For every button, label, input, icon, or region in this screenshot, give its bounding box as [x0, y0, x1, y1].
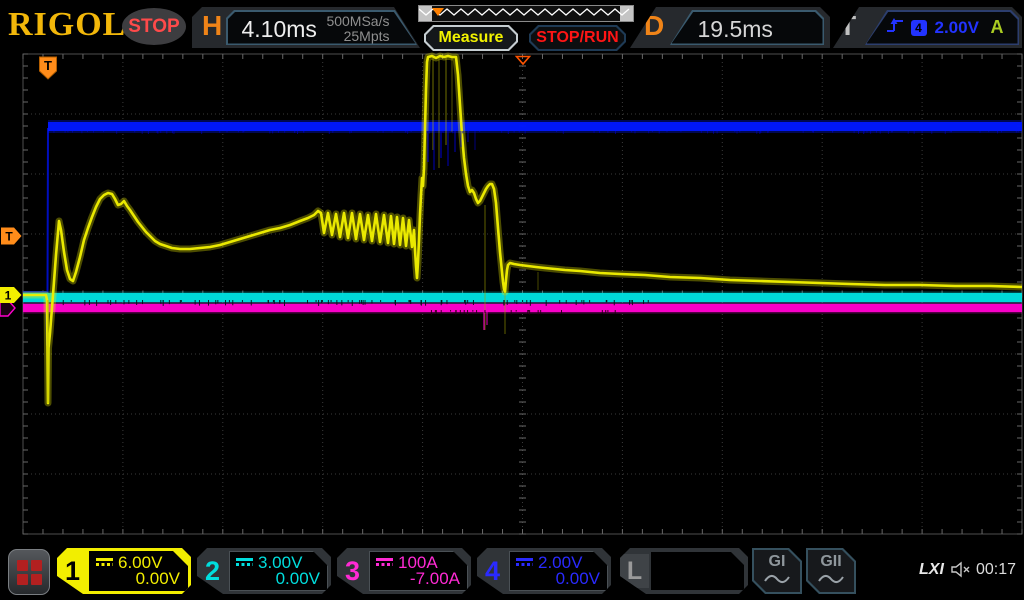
- menu-grid-icon: [17, 560, 42, 585]
- channel1-box[interactable]: 1 6.00V 0.00V: [57, 548, 191, 594]
- sine-wave-icon: [762, 571, 792, 585]
- oscilloscope-screen: RIGOL STOP H 4.10ms 500MSa/s 25Mpts Meas…: [0, 0, 1024, 600]
- channel3-box[interactable]: 3 100A -7.00A: [337, 548, 471, 594]
- menu-button[interactable]: [8, 549, 50, 595]
- generator2-button[interactable]: GII: [806, 548, 856, 594]
- sine-wave-icon: [816, 571, 846, 585]
- dc-coupling-icon: [516, 558, 533, 568]
- dc-coupling-icon: [376, 558, 393, 568]
- channel4-box[interactable]: 4 2.00V 0.00V: [477, 548, 611, 594]
- clock: 00:17: [976, 561, 1016, 579]
- channel4-offset: 0.00V: [556, 569, 600, 589]
- svg-text:1: 1: [5, 289, 12, 303]
- scope-display: T T 1: [0, 0, 1024, 600]
- svg-text:T: T: [44, 58, 52, 73]
- generator2-label: GII: [808, 553, 854, 571]
- channel2-offset: 0.00V: [276, 569, 320, 589]
- channel1-offset: 0.00V: [136, 569, 180, 589]
- dc-coupling-icon: [96, 558, 113, 568]
- speaker-muted-icon: [950, 561, 972, 578]
- generator1-button[interactable]: GI: [752, 548, 802, 594]
- channel3-offset: -7.00A: [410, 569, 460, 589]
- lxi-indicator: LXI: [919, 561, 944, 579]
- svg-text:T: T: [5, 230, 13, 244]
- channel2-box[interactable]: 2 3.00V 0.00V: [197, 548, 331, 594]
- dc-coupling-icon: [236, 558, 253, 568]
- logic-channels-box[interactable]: L 0 1 2 3 4 5 6 7 8 9 1011 12131415: [620, 548, 748, 594]
- generator1-label: GI: [754, 553, 800, 571]
